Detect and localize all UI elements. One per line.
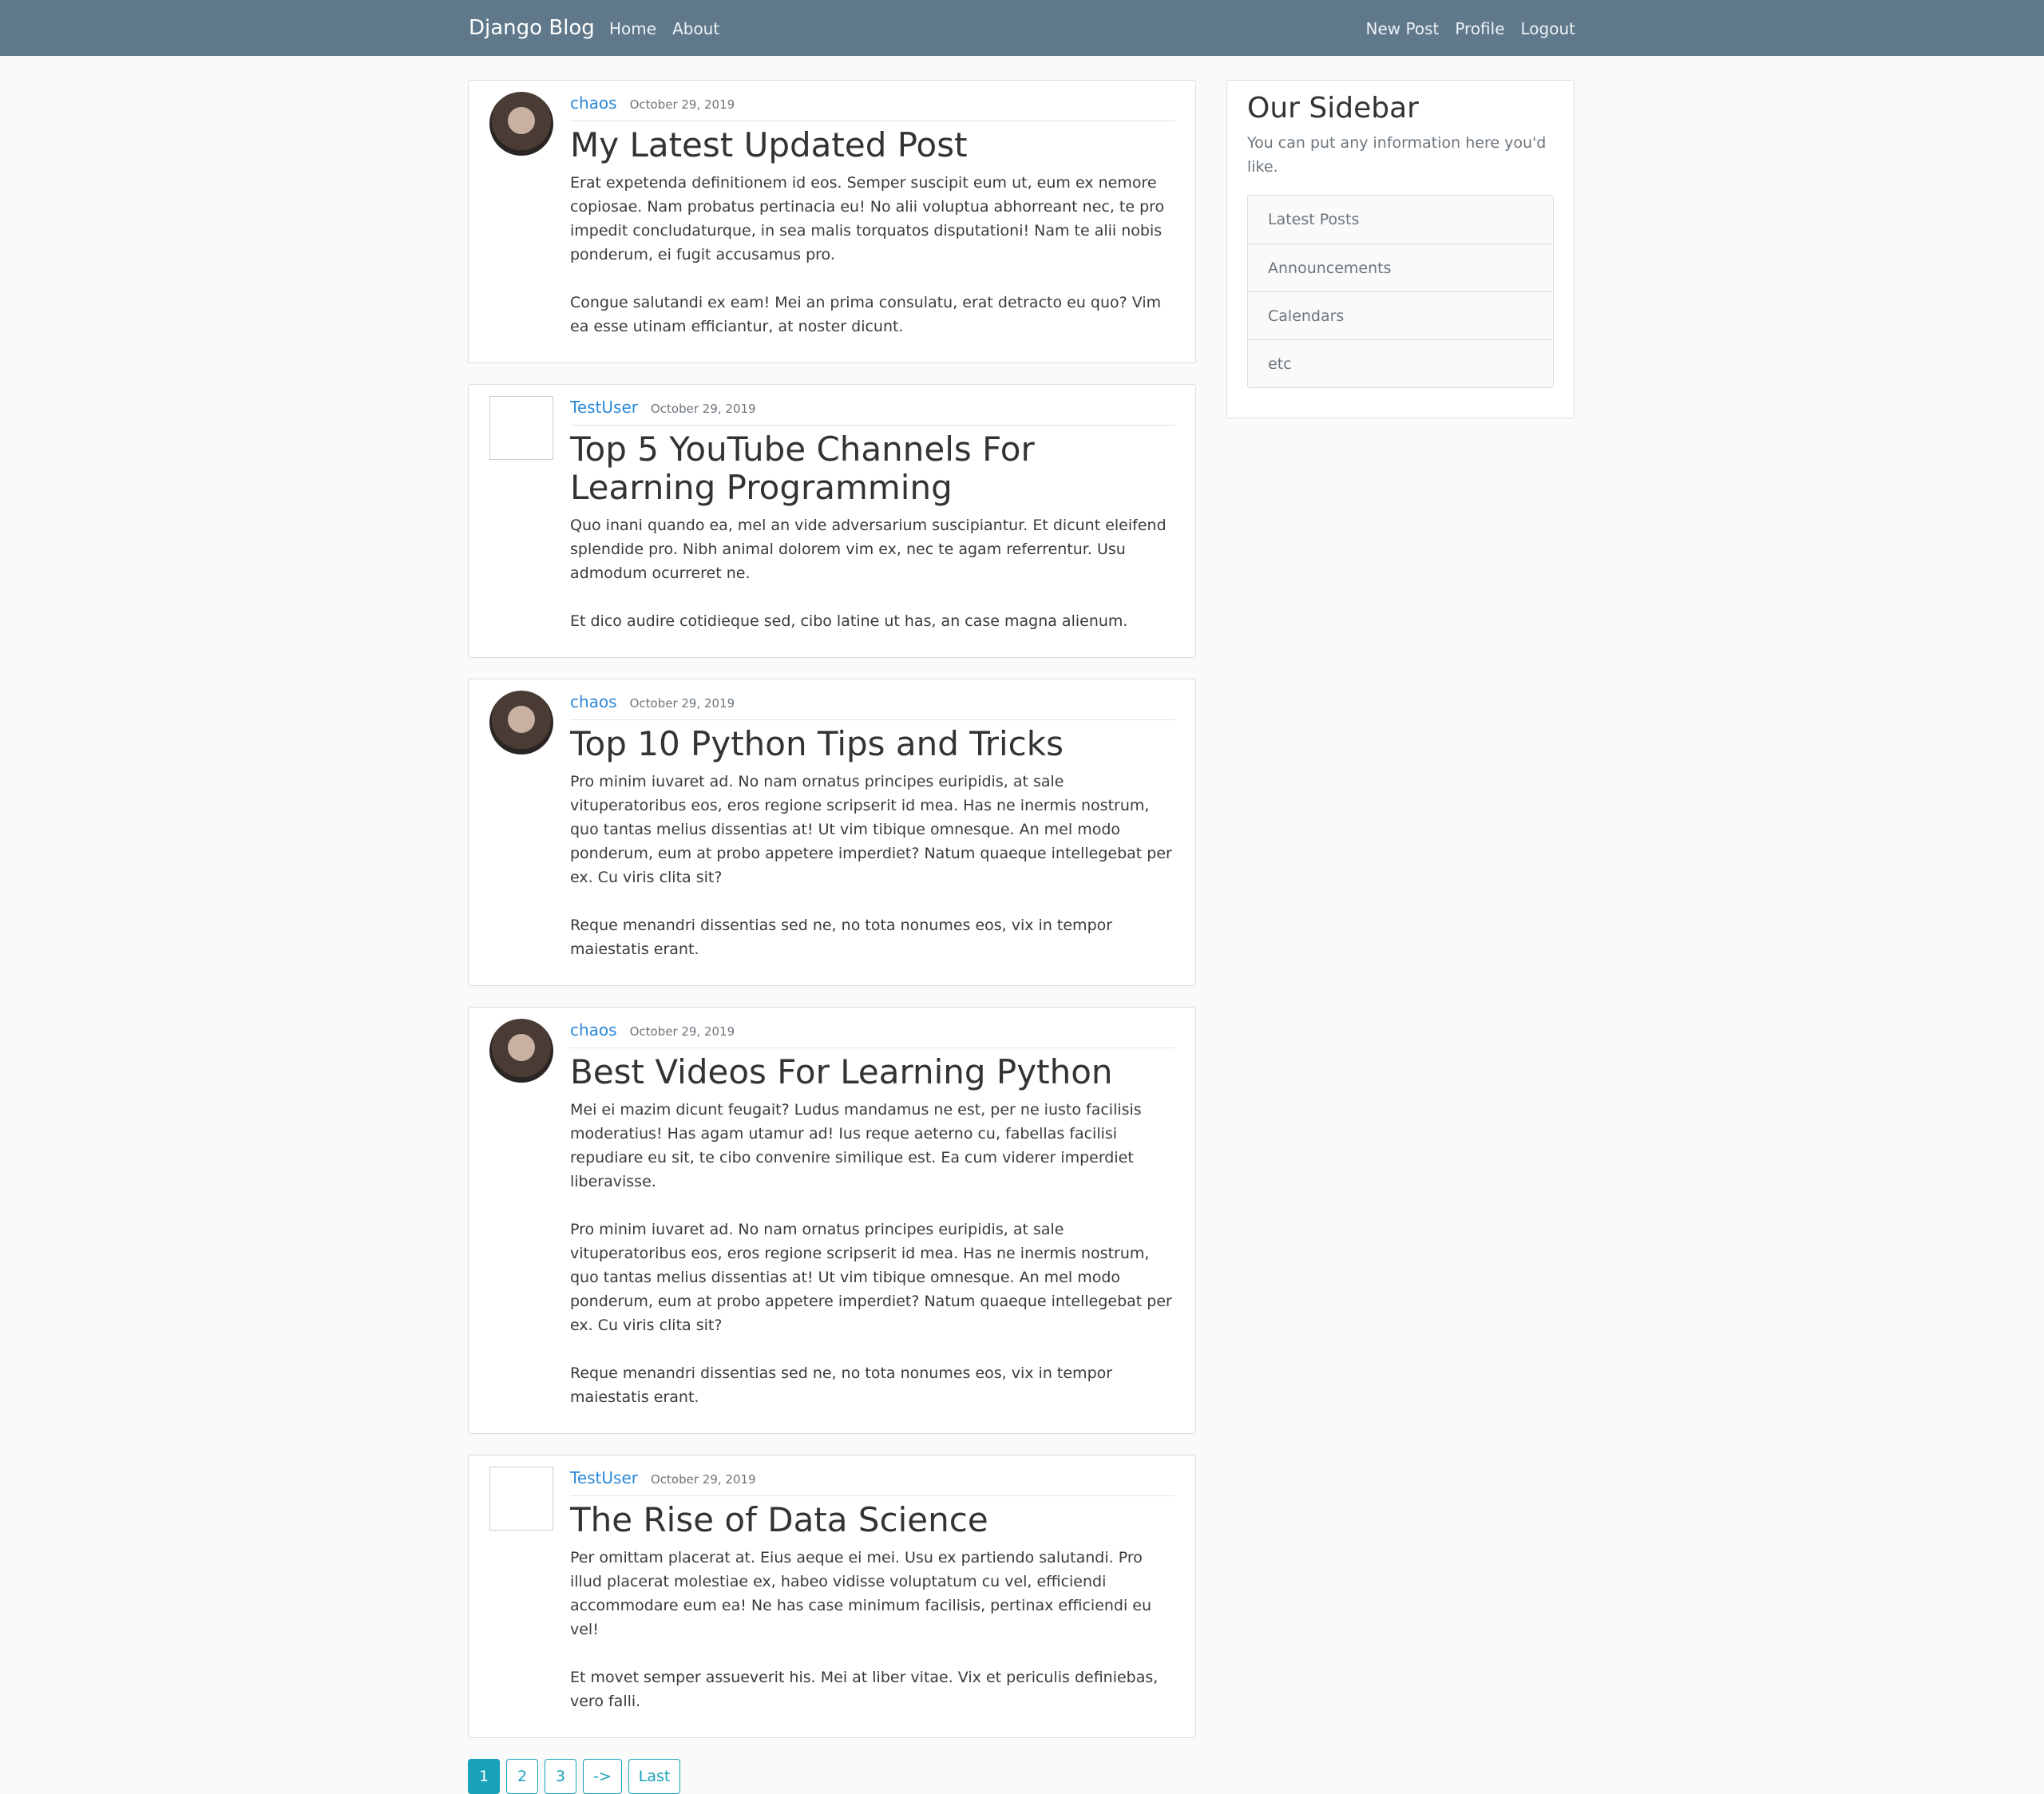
author-avatar (489, 691, 553, 754)
author-avatar (489, 1019, 553, 1083)
post-paragraph: Per omittam placerat at. Eius aeque ei m… (570, 1549, 1152, 1638)
page-3-button[interactable]: 3 (545, 1759, 576, 1794)
broken-image-icon (489, 396, 553, 460)
sidebar: Our Sidebar You can put any information … (1226, 80, 1575, 418)
post-author-link[interactable]: chaos (570, 692, 617, 711)
sidebar-list: Latest Posts Announcements Calendars etc (1247, 195, 1554, 388)
nav-link-profile[interactable]: Profile (1455, 19, 1504, 38)
sidebar-title: Our Sidebar (1247, 92, 1419, 125)
sidebar-item-latest-posts[interactable]: Latest Posts (1248, 196, 1553, 244)
sidebar-item-etc[interactable]: etc (1248, 339, 1553, 387)
main-column: chaos October 29, 2019 My Latest Updated P… (468, 80, 1196, 1794)
post-content: Mei ei mazim dicunt feugait? Ludus manda… (570, 1098, 1175, 1409)
post-date: October 29, 2019 (629, 1024, 735, 1039)
post-paragraph: Quo inani quando ea, mel an vide adversa… (570, 517, 1167, 582)
post-author-link[interactable]: TestUser (570, 1468, 638, 1487)
post-list: chaos October 29, 2019 My Latest Updated P… (468, 80, 1196, 1738)
post-author-link[interactable]: chaos (570, 93, 617, 113)
post-paragraph: Reque menandri dissentias sed ne, no tot… (570, 1364, 1113, 1406)
sidebar-item-announcements[interactable]: Announcements (1248, 244, 1553, 291)
navbar-inner: Django Blog Home About New Post Profile … (469, 0, 1575, 56)
nav-link-home[interactable]: Home (609, 19, 656, 38)
nav-link-new-post[interactable]: New Post (1366, 19, 1440, 38)
page-1-button[interactable]: 1 (468, 1759, 500, 1794)
post-paragraph: Pro minim iuvaret ad. No nam ornatus pri… (570, 1221, 1172, 1334)
post-title-link[interactable]: The Rise of Data Science (570, 1501, 1175, 1539)
post-paragraph: Congue salutandi ex eam! Mei an prima co… (570, 294, 1162, 335)
post-date: October 29, 2019 (629, 696, 735, 711)
post-paragraph: Et movet semper assueverit his. Mei at l… (570, 1669, 1159, 1710)
post-card: TestUser October 29, 2019 Top 5 YouTube Ch… (468, 384, 1196, 658)
post-meta: TestUser October 29, 2019 (570, 1467, 1175, 1496)
post-content: Pro minim iuvaret ad. No nam ornatus pri… (570, 770, 1175, 961)
nav-right: New Post Profile Logout (1366, 19, 1576, 38)
post-meta: chaos October 29, 2019 (570, 691, 1175, 720)
post-paragraph: Reque menandri dissentias sed ne, no tot… (570, 917, 1113, 958)
post-card: chaos October 29, 2019 My Latest Updated P… (468, 80, 1196, 363)
sidebar-item-calendars[interactable]: Calendars (1248, 291, 1553, 339)
post-title-link[interactable]: Top 10 Python Tips and Tricks (570, 725, 1175, 763)
post-author-link[interactable]: TestUser (570, 398, 638, 417)
post-title-link[interactable]: Best Videos For Learning Python (570, 1053, 1175, 1091)
brand-link[interactable]: Django Blog (469, 16, 595, 40)
sidebar-description: You can put any information here you'd l… (1247, 134, 1547, 176)
nav-link-about[interactable]: About (672, 19, 719, 38)
post-card: TestUser October 29, 2019 The Rise of Data… (468, 1455, 1196, 1738)
post-paragraph: Et dico audire cotidieque sed, cibo lati… (570, 612, 1128, 630)
post-paragraph: Pro minim iuvaret ad. No nam ornatus pri… (570, 773, 1172, 886)
post-card: chaos October 29, 2019 Best Videos For Lea… (468, 1007, 1196, 1434)
post-date: October 29, 2019 (629, 97, 735, 112)
nav-link-logout[interactable]: Logout (1521, 19, 1575, 38)
post-paragraph: Mei ei mazim dicunt feugait? Ludus manda… (570, 1101, 1142, 1190)
post-date: October 29, 2019 (650, 402, 756, 416)
post-date: October 29, 2019 (650, 1472, 756, 1487)
page-next-button[interactable]: -> (583, 1759, 622, 1794)
post-meta: chaos October 29, 2019 (570, 1019, 1175, 1048)
pagination: 1 2 3 -> Last (468, 1759, 1196, 1794)
page-last-button[interactable]: Last (628, 1759, 681, 1794)
post-content: Erat expetenda definitionem id eos. Semp… (570, 171, 1175, 339)
nav-left: Home About (609, 19, 719, 38)
post-paragraph: Erat expetenda definitionem id eos. Semp… (570, 174, 1165, 263)
post-meta: chaos October 29, 2019 (570, 92, 1175, 121)
post-author-link[interactable]: chaos (570, 1020, 617, 1040)
post-meta: TestUser October 29, 2019 (570, 396, 1175, 426)
post-title-link[interactable]: My Latest Updated Post (570, 126, 1175, 164)
top-navbar: Django Blog Home About New Post Profile … (0, 0, 2044, 56)
post-content: Quo inani quando ea, mel an vide adversa… (570, 513, 1175, 633)
page-2-button[interactable]: 2 (506, 1759, 538, 1794)
broken-image-icon (489, 1467, 553, 1531)
author-avatar (489, 92, 553, 156)
post-title-link[interactable]: Top 5 YouTube Channels For Learning Prog… (570, 430, 1175, 507)
post-card: chaos October 29, 2019 Top 10 Python Tips … (468, 679, 1196, 986)
